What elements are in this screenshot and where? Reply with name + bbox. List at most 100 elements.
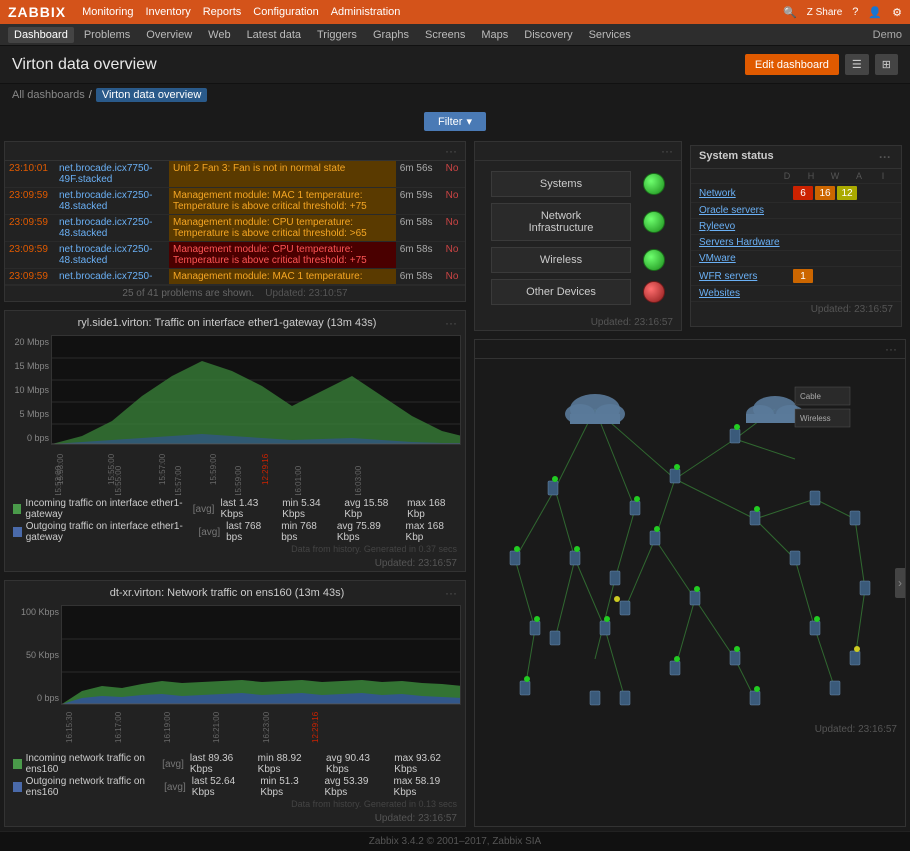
nav-configuration[interactable]: Configuration — [253, 6, 318, 18]
hostgroup-network-infra-label[interactable]: Network Infrastructure — [491, 203, 631, 241]
demo-label: Demo — [873, 29, 902, 41]
help-icon[interactable]: ? — [852, 6, 858, 18]
time-cell: 23:10:01 — [5, 161, 55, 188]
search-icon[interactable]: 🔍 — [783, 6, 797, 19]
system-status-menu[interactable]: ··· — [877, 150, 893, 164]
legend-last: last 89.36 Kbps — [190, 753, 250, 775]
sys-oracle-label[interactable]: Oracle servers — [699, 205, 789, 216]
share-icon[interactable]: Z Share — [807, 7, 843, 18]
col-header-w: W — [825, 171, 845, 181]
legend-avg: avg 90.43 Kbps — [326, 753, 386, 775]
hostgroup-other-devices-label[interactable]: Other Devices — [491, 279, 631, 305]
sys-vmware-label[interactable]: VMware — [699, 253, 789, 264]
breadcrumb-sep: / — [89, 89, 92, 101]
chart1-menu[interactable]: ··· — [443, 316, 459, 330]
legend-min: min 5.34 Kbps — [282, 498, 336, 520]
map-side-arrow[interactable]: › — [895, 568, 905, 598]
legend-outgoing-icon — [13, 527, 22, 537]
system-status-panel: System status ··· D H W A I Network 6 16 — [690, 145, 902, 327]
page-header: Virton data overview Edit dashboard ☰ ⊞ — [0, 46, 910, 84]
tab-maps[interactable]: Maps — [475, 27, 514, 43]
tab-screens[interactable]: Screens — [419, 27, 471, 43]
hostgroup-wireless-label[interactable]: Wireless — [491, 247, 631, 273]
sys-bar-wfr[interactable]: 1 — [793, 269, 813, 283]
hostgroup-systems-status — [643, 173, 665, 195]
sys-row-oracle: Oracle servers — [691, 203, 901, 219]
legend-avg: avg 53.39 Kbps — [324, 776, 385, 798]
nav-monitoring[interactable]: Monitoring — [82, 6, 133, 18]
hostgroup-other-devices: Other Devices — [491, 277, 665, 307]
breadcrumb-current[interactable]: Virton data overview — [96, 88, 207, 102]
y-label: 10 Mbps — [11, 385, 49, 395]
tab-graphs[interactable]: Graphs — [367, 27, 415, 43]
sys-websites-label[interactable]: Websites — [699, 288, 789, 299]
chart2-updated: Updated: 23:16:57 — [5, 811, 465, 826]
top-right-icons: 🔍 Z Share ? 👤 ⚙ — [783, 6, 902, 19]
col-header-d: D — [777, 171, 797, 181]
breadcrumb-all-dashboards[interactable]: All dashboards — [12, 89, 85, 101]
y-label: 5 Mbps — [11, 409, 49, 419]
tab-dashboard[interactable]: Dashboard — [8, 27, 74, 43]
nav-reports[interactable]: Reports — [203, 6, 242, 18]
col-header-h: H — [801, 171, 821, 181]
hostgroup-wireless: Wireless — [491, 245, 665, 275]
breadcrumb: All dashboards / Virton data overview — [0, 84, 910, 106]
page-title: Virton data overview — [12, 56, 157, 74]
sys-wfr-label[interactable]: WFR servers — [699, 271, 789, 282]
top-nav: Monitoring Inventory Reports Configurati… — [82, 6, 400, 18]
nav-administration[interactable]: Administration — [331, 6, 401, 18]
tab-services[interactable]: Services — [583, 27, 637, 43]
hostgroup-systems-label[interactable]: Systems — [491, 171, 631, 197]
top-bar: ZABBIX Monitoring Inventory Reports Conf… — [0, 0, 910, 24]
user-icon[interactable]: 👤 — [868, 6, 882, 19]
table-row: 23:09:59 net.brocade.icx7250-48.stacked … — [5, 188, 465, 215]
legend-last: last 1.43 Kbps — [220, 498, 274, 520]
filter-button[interactable]: Filter ▾ — [424, 112, 486, 131]
y-label: 50 Kbps — [11, 650, 59, 660]
system-status-title: System status ··· — [691, 146, 901, 169]
list-view-button[interactable]: ☰ — [845, 54, 869, 75]
network-map-svg: Cable Wireless — [475, 359, 905, 719]
sys-bar-d[interactable]: 6 — [793, 186, 813, 200]
right-column: ··· Systems Network Infrastructure Wirel… — [470, 137, 910, 831]
hostgroups-menu[interactable]: ··· — [659, 144, 675, 158]
tab-discovery[interactable]: Discovery — [518, 27, 578, 43]
tab-triggers[interactable]: Triggers — [311, 27, 363, 43]
grid-view-button[interactable]: ⊞ — [875, 54, 898, 75]
sys-servers-hw-label[interactable]: Servers Hardware — [699, 237, 789, 248]
sys-bar-w[interactable]: 12 — [837, 186, 857, 200]
map-menu[interactable]: ··· — [883, 342, 899, 356]
sys-row-network: Network 6 16 12 — [691, 184, 901, 203]
tab-latest-data[interactable]: Latest data — [241, 27, 307, 43]
chart1-updated: Updated: 23:16:57 — [5, 556, 465, 571]
chart2-data-note: Data from history. Generated in 0.13 sec… — [13, 799, 457, 809]
tab-overview[interactable]: Overview — [140, 27, 198, 43]
legend-min: min 768 bps — [281, 521, 329, 543]
edit-dashboard-button[interactable]: Edit dashboard — [745, 54, 839, 75]
filter-bar: Filter ▾ — [0, 106, 910, 137]
legend-incoming-label: Incoming traffic on interface ether1-gat… — [25, 498, 188, 520]
sys-ryleevo-label[interactable]: Ryleevo — [699, 221, 789, 232]
chart2-menu[interactable]: ··· — [443, 586, 459, 600]
problems-menu[interactable]: ··· — [443, 144, 459, 158]
settings-icon[interactable]: ⚙ — [892, 6, 902, 19]
col-header-i: I — [873, 171, 893, 181]
map-updated: Updated: 23:16:57 — [475, 722, 905, 737]
msg-cell: Unit 2 Fan 3: Fan is not in normal state — [169, 161, 396, 188]
sys-network-label[interactable]: Network — [699, 188, 789, 199]
legend-inc2-icon — [13, 759, 22, 769]
sys-bar-h[interactable]: 16 — [815, 186, 835, 200]
hostgroup-network-infra: Network Infrastructure — [491, 201, 665, 243]
system-status-updated: Updated: 23:16:57 — [691, 302, 901, 317]
y-label: 100 Kbps — [11, 607, 59, 617]
host-cell[interactable]: net.brocade.icx7750-49F.stacked — [55, 161, 169, 188]
problems-panel-header: ··· — [5, 142, 465, 161]
dur-cell: 6m 56s — [396, 161, 442, 188]
tab-problems[interactable]: Problems — [78, 27, 136, 43]
nav-inventory[interactable]: Inventory — [145, 6, 190, 18]
tab-web[interactable]: Web — [202, 27, 236, 43]
legend-out2-icon — [13, 782, 22, 792]
table-row: 23:09:59 net.brocade.icx7250- Management… — [5, 269, 465, 285]
chart2-panel: dt-xr.virton: Network traffic on ens160 … — [4, 580, 466, 827]
chart1-title: ryl.side1.virton: Traffic on interface e… — [11, 313, 443, 333]
